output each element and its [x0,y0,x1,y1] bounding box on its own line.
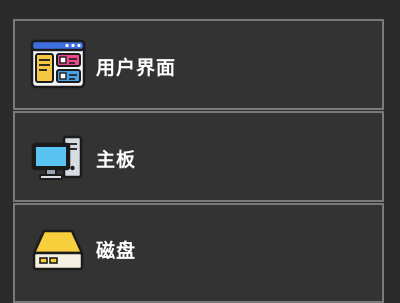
menu-item-motherboard[interactable]: 主板 [13,111,384,202]
desktop-computer-icon [30,133,86,183]
settings-menu-panel: 用户界面 主板 磁盘 [0,0,400,303]
menu-item-user-interface[interactable]: 用户界面 [13,19,384,110]
menu-item-disk[interactable]: 磁盘 [13,203,384,303]
menu-item-label: 用户界面 [96,57,177,79]
ui-window-icon [30,39,86,89]
menu-item-label: 主板 [96,149,137,171]
disk-drive-icon [30,225,86,275]
menu-item-label: 磁盘 [96,240,137,262]
